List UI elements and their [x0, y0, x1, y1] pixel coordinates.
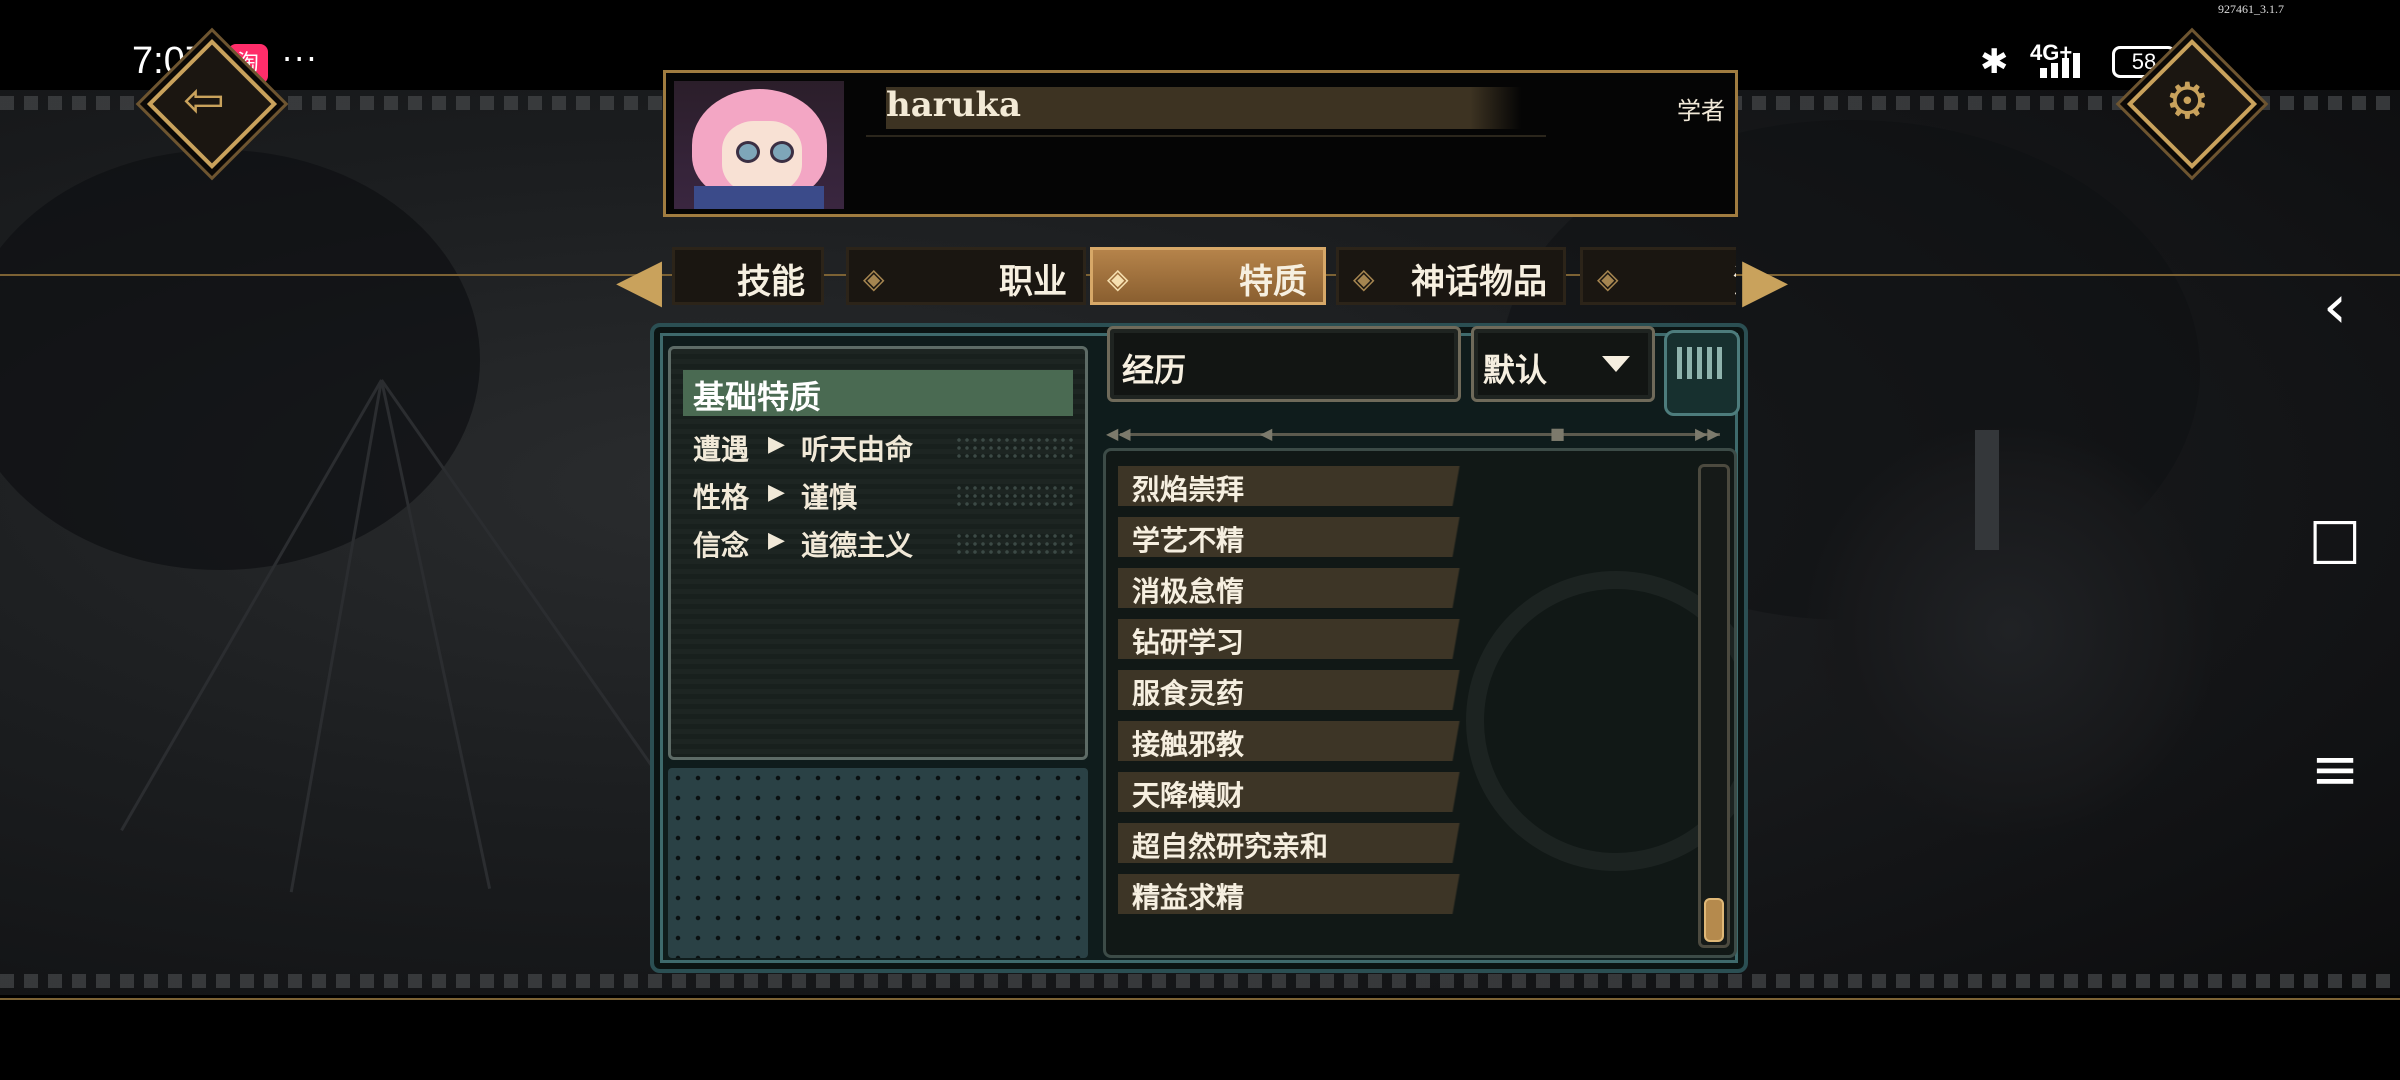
name-divider [866, 135, 1546, 137]
trait-list-item[interactable]: 天降横财 [1118, 772, 1498, 812]
trait-value: 听天由命 [801, 433, 914, 466]
trait-list-item[interactable]: 学艺不精 [1118, 517, 1498, 557]
filter-button[interactable] [1664, 330, 1740, 416]
chevron-down-icon [1602, 356, 1630, 372]
tab-bar: 技能 ◈ 职业 ◈ 特质 ◈ 神话物品 ◈ 法 [668, 240, 1736, 312]
basic-traits-title: 基础特质 [693, 378, 822, 416]
trait-value: 道德主义 [801, 529, 914, 562]
diamond-icon: ◈ [1107, 262, 1129, 295]
tab-prev-arrow-icon[interactable]: ◀ [616, 250, 662, 310]
trait-list-item[interactable]: 超自然研究亲和 [1118, 823, 1498, 863]
back-arrow-icon: ⇦ [183, 71, 225, 129]
trait-list-item[interactable]: 精益求精 [1118, 874, 1498, 914]
trait-item-label: 学艺不精 [1132, 524, 1245, 557]
more-notifications-icon: ··· [282, 40, 319, 78]
gear-icon: ⚙ [2165, 72, 2210, 130]
character-name: haruka [886, 85, 1021, 125]
tab-spells[interactable]: ◈ 法 [1580, 247, 1736, 305]
panel-dot-pattern [668, 768, 1088, 958]
double-right-arrow-icon: ▶▶ [1695, 424, 1720, 443]
search-value: 经历 [1122, 351, 1187, 389]
tab-skills[interactable]: 技能 [672, 247, 824, 305]
tab-label: 神话物品 [1411, 262, 1547, 302]
character-class: 学者 [1677, 97, 1725, 125]
basic-trait-row[interactable]: 信念 ▶ 道德主义 [693, 524, 1073, 564]
nav-menu-button[interactable]: ≡ [2290, 724, 2380, 814]
nav-home-button[interactable]: □ [2290, 494, 2380, 584]
bottom-dash-row [0, 974, 2400, 988]
row-dot-pattern [955, 532, 1073, 556]
trait-list-item[interactable]: 服食灵药 [1118, 670, 1498, 710]
trait-list-item[interactable]: 消极怠惰 [1118, 568, 1498, 608]
character-avatar[interactable] [674, 81, 844, 209]
trait-item-label: 钻研学习 [1132, 626, 1245, 659]
trait-value: 谨慎 [801, 481, 858, 514]
trait-item-label: 接触邪教 [1132, 728, 1245, 761]
trait-item-label: 天降横财 [1132, 779, 1245, 812]
filter-icon [1677, 347, 1727, 379]
tab-label: 技能 [737, 262, 805, 302]
background-machine [1800, 420, 2220, 840]
trait-key: 遭遇 [693, 433, 750, 466]
tab-next-arrow-icon[interactable]: ▶ [1742, 250, 1788, 310]
trait-item-label: 服食灵药 [1132, 677, 1245, 710]
tab-mythos-items[interactable]: ◈ 神话物品 [1336, 247, 1566, 305]
left-arrow-icon: ◀ [1260, 424, 1273, 443]
trait-list-scrollbar[interactable] [1698, 464, 1730, 948]
nav-back-button[interactable]: ‹ [2290, 262, 2380, 352]
trait-item-label: 烈焰崇拜 [1132, 473, 1245, 506]
diamond-icon: ◈ [863, 262, 885, 295]
trait-list-item[interactable]: 接触邪教 [1118, 721, 1498, 761]
tab-label: 特质 [1239, 262, 1307, 302]
basic-trait-row[interactable]: 遭遇 ▶ 听天由命 [693, 428, 1073, 468]
trait-item-label: 消极怠惰 [1132, 575, 1245, 608]
trait-key: 性格 [693, 481, 750, 514]
background-machine-post [1975, 430, 1999, 550]
character-header: haruka 学者 [663, 70, 1738, 217]
list-divider: ◀◀ ◀ ■ ▶▶ [1100, 424, 1740, 444]
tab-traits[interactable]: ◈ 特质 [1090, 247, 1326, 305]
scrollbar-thumb[interactable] [1704, 898, 1724, 942]
bottom-strip [0, 995, 2400, 1080]
diamond-icon: ◈ [1353, 262, 1375, 295]
diamond-icon: ◈ [1597, 262, 1619, 295]
build-version: 927461_3.1.7 [2218, 2, 2284, 16]
trait-list-item[interactable]: 烈焰崇拜 [1118, 466, 1498, 506]
signal-icon [2040, 50, 2102, 78]
row-dot-pattern [955, 436, 1073, 460]
bottom-gold-line [0, 998, 2400, 1000]
square-marker-icon: ■ [1550, 424, 1566, 443]
tab-label: 职业 [999, 262, 1067, 302]
basic-trait-row[interactable]: 性格 ▶ 谨慎 [693, 476, 1073, 516]
tab-profession[interactable]: ◈ 职业 [846, 247, 1086, 305]
trait-list-item[interactable]: 钻研学习 [1118, 619, 1498, 659]
background-wheel [1466, 571, 1734, 871]
double-left-arrow-icon: ◀◀ [1106, 424, 1131, 443]
trait-key: 信念 [693, 529, 750, 562]
bluetooth-icon: ✱ [1980, 42, 2009, 82]
tab-label: 法 [1733, 254, 1736, 303]
sort-selected: 默认 [1483, 351, 1548, 389]
trait-item-label: 超自然研究亲和 [1132, 830, 1329, 863]
trait-item-label: 精益求精 [1132, 881, 1245, 914]
play-arrow-icon: ▶ [768, 528, 785, 553]
play-arrow-icon: ▶ [768, 480, 785, 505]
row-dot-pattern [955, 484, 1073, 508]
play-arrow-icon: ▶ [768, 432, 785, 457]
